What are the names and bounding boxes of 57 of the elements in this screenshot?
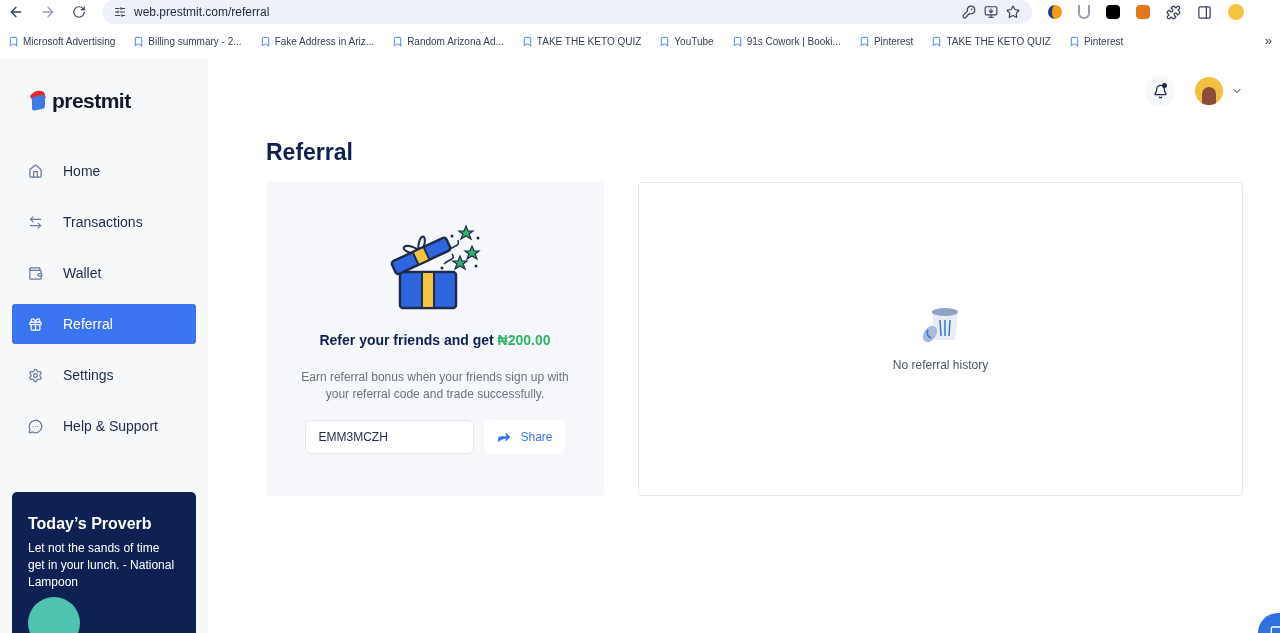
bookmark-icon <box>392 35 404 47</box>
bookmark-icon <box>931 35 943 47</box>
page-title: Referral <box>266 138 354 167</box>
referral-heading: Refer your friends and get ₦200.00 <box>319 330 551 350</box>
bookmark-link[interactable]: Random Arizona Ad... <box>392 33 504 49</box>
referral-code-field[interactable]: EMM3MCZH <box>305 419 475 454</box>
bookmark-link[interactable]: TAKE THE KETO QUIZ <box>521 33 642 49</box>
home-icon <box>28 163 43 179</box>
install-icon[interactable] <box>984 5 998 19</box>
share-button[interactable]: Share <box>484 419 565 454</box>
sidebar-nav-item[interactable]: Home <box>12 151 196 191</box>
bookmark-link[interactable]: 91s Cowork | Booki... <box>731 33 841 49</box>
gift-icon <box>28 316 43 332</box>
more-bookmarks[interactable]: » <box>1264 31 1272 51</box>
extension-icon[interactable] <box>1048 5 1062 19</box>
bookmark-icon <box>8 35 19 47</box>
bell-icon <box>1152 83 1168 99</box>
sidebar-nav-item[interactable]: Help & Support <box>12 406 196 446</box>
site-info-icon[interactable] <box>114 6 126 18</box>
bookmark-link[interactable]: Fake Address in Ariz... <box>259 33 375 49</box>
chat-bubble-icon <box>28 418 43 434</box>
proverb-title: Today’s Proverb <box>28 514 153 534</box>
reload-icon[interactable] <box>72 5 86 19</box>
avatar[interactable] <box>1195 77 1223 105</box>
bookmark-icon <box>659 35 671 47</box>
proverb-text: Let not the sands of time get in your lunch. - National Lampoon <box>28 540 176 591</box>
bookmark-link[interactable]: YouTube <box>659 33 714 49</box>
sidebar-nav-item[interactable]: Wallet <box>12 253 196 293</box>
bookmark-icon <box>858 35 870 47</box>
bookmark-link[interactable]: Microsoft Advertising <box>8 33 116 49</box>
notification-button[interactable] <box>1145 76 1175 106</box>
sidebar-nav-item[interactable]: Referral <box>12 304 196 344</box>
extensions-icon[interactable] <box>1166 4 1181 20</box>
bookmark-icon <box>259 35 271 47</box>
bookmark-icon <box>731 35 743 47</box>
bookmark-icon <box>133 35 145 47</box>
logo-text: prestmit <box>52 88 131 115</box>
bookmark-link[interactable]: Billing summary - 2... <box>133 33 242 49</box>
bookmark-link[interactable]: Pinterest <box>1068 33 1124 49</box>
bookmark-icon <box>521 35 533 47</box>
bookmark-star-icon[interactable] <box>1006 5 1020 19</box>
address-bar[interactable]: web.prestmit.com/referral <box>102 0 1032 24</box>
settings-icon <box>28 367 43 383</box>
empty-state-text: No referral history <box>892 356 989 374</box>
extension-icon[interactable] <box>1106 5 1120 19</box>
bookmark-link[interactable]: Pinterest <box>858 33 914 49</box>
logo-icon <box>28 88 48 114</box>
bookmark-link[interactable]: TAKE THE KETO QUIZ <box>931 33 1051 49</box>
bookmark-icon <box>1068 35 1080 47</box>
side-panel-icon[interactable] <box>1197 4 1212 20</box>
referral-description: Earn referral bonus when your friends sign up with your referral code and trade successfully. <box>300 368 570 403</box>
sidebar-nav-item[interactable]: Settings <box>12 355 196 395</box>
back-icon[interactable] <box>8 4 24 20</box>
sidebar-nav-item[interactable]: Transactions <box>12 202 196 242</box>
arrows-icon <box>28 214 43 230</box>
wallet-icon <box>28 265 43 281</box>
key-icon[interactable] <box>962 5 976 19</box>
